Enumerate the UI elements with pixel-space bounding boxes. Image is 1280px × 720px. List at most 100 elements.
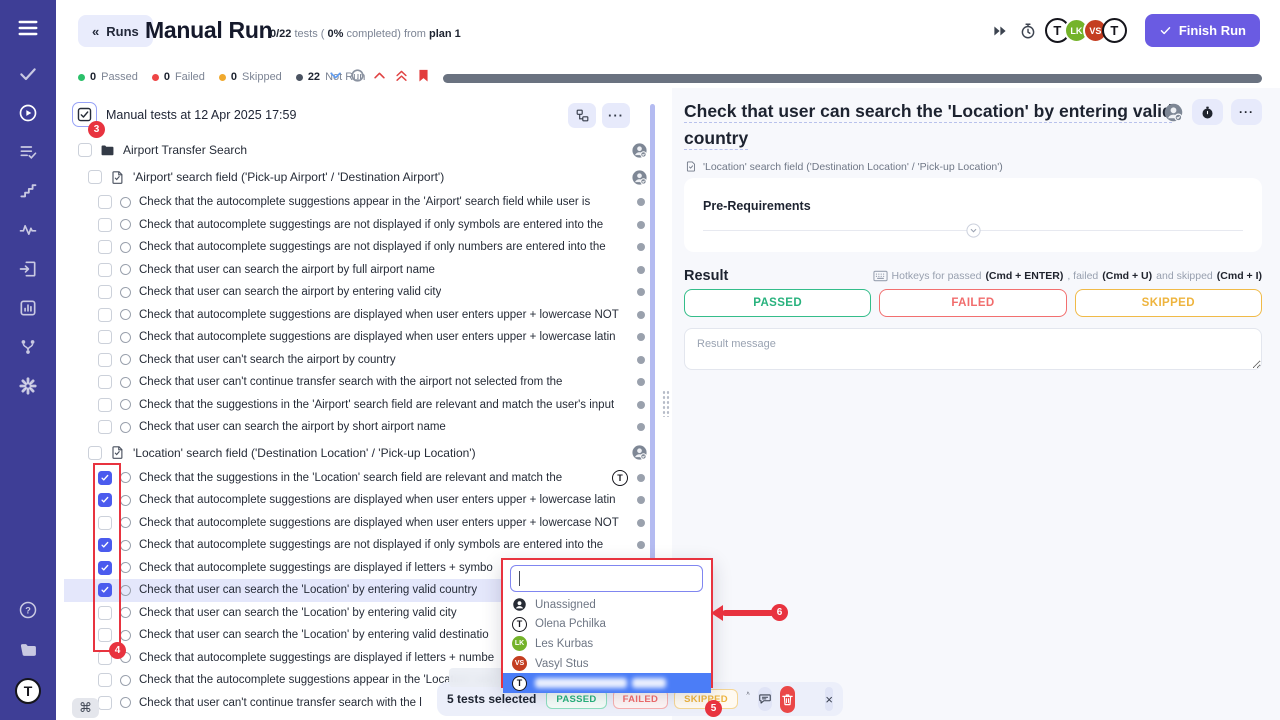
logo-avatar: T — [512, 676, 527, 691]
settings-icon[interactable] — [18, 376, 38, 396]
percent-complete: 0% — [328, 28, 344, 40]
import-icon[interactable] — [18, 259, 38, 279]
report-icon[interactable] — [18, 298, 38, 318]
row-checkbox[interactable] — [98, 696, 112, 710]
pulse-icon[interactable] — [18, 220, 38, 240]
tree-row-test[interactable]: Check that autocomplete suggestions are … — [64, 489, 656, 512]
tree-row-test[interactable]: Check that the suggestions in the 'Locat… — [64, 467, 656, 490]
page-title: Manual Run — [145, 17, 272, 44]
bulk-assign-icon[interactable] — [746, 691, 750, 708]
bulk-comment-button[interactable] — [758, 687, 772, 711]
row-checkbox[interactable] — [88, 446, 102, 460]
run-progress-bar — [443, 74, 1262, 83]
row-checkbox[interactable] — [98, 285, 112, 299]
back-to-runs-button[interactable]: « Runs — [78, 15, 153, 47]
folder-icon[interactable] — [18, 640, 38, 660]
row-checkbox[interactable] — [98, 673, 112, 687]
row-checkbox[interactable] — [98, 375, 112, 389]
test-more-button[interactable]: ··· — [1231, 99, 1262, 125]
check-icon[interactable] — [18, 64, 38, 84]
tree-view-toggle-button[interactable] — [568, 103, 596, 128]
tree-row-test[interactable]: Check that autocomplete suggestings are … — [64, 214, 656, 237]
assignee-icon[interactable] — [631, 142, 648, 159]
assignee-option-olena-pchilka[interactable]: TOlena Pchilka — [503, 615, 711, 635]
progress-text2: completed) from — [346, 28, 425, 40]
tree-row-label: Check that autocomplete suggestings are … — [139, 652, 494, 664]
tree-row-test[interactable]: Check that user can search the airport b… — [64, 259, 656, 282]
not-run-dot — [637, 288, 645, 296]
tree-row-test[interactable]: Check that the autocomplete suggestions … — [64, 191, 656, 214]
bookmark-icon[interactable] — [416, 68, 431, 83]
panel-resize-handle[interactable] — [662, 390, 670, 417]
chevron-down-icon[interactable] — [328, 68, 343, 83]
finish-run-button[interactable]: Finish Run — [1145, 14, 1260, 47]
status-circle-icon — [120, 472, 131, 483]
assignee-option-blurred[interactable]: T — [503, 673, 711, 693]
double-chevron-up-icon[interactable] — [394, 68, 409, 83]
annotation-badge-6: 6 — [771, 604, 788, 621]
tree-row-test[interactable]: Check that autocomplete suggestions are … — [64, 326, 656, 349]
not-run-dot — [637, 266, 645, 274]
assignee-icon[interactable] — [631, 169, 648, 186]
tree-more-button[interactable]: ··· — [602, 103, 630, 128]
row-checkbox[interactable] — [98, 330, 112, 344]
steps-icon[interactable] — [18, 181, 38, 201]
row-checkbox[interactable] — [78, 143, 92, 157]
tree-row-label: Check that user can search the airport b… — [139, 286, 441, 298]
assignee-option-les-kurbas[interactable]: LKLes Kurbas — [503, 634, 711, 654]
tree-row-test[interactable]: Check that user can't search the airport… — [64, 349, 656, 372]
logo-avatar: T — [512, 617, 527, 632]
menu-icon[interactable] — [17, 17, 39, 39]
tree-row-test[interactable]: Check that user can search the airport b… — [64, 281, 656, 304]
document-icon — [110, 170, 125, 185]
finish-run-label: Finish Run — [1179, 23, 1246, 38]
tree-row-test[interactable]: Check that autocomplete suggestings are … — [64, 236, 656, 259]
tree-row-doc[interactable]: 'Location' search field ('Destination Lo… — [64, 439, 656, 467]
avatar-T[interactable]: T — [1102, 18, 1127, 43]
row-checkbox[interactable] — [98, 398, 112, 412]
branch-icon[interactable] — [18, 337, 38, 357]
help-icon[interactable]: ? — [18, 600, 38, 620]
row-checkbox[interactable] — [98, 308, 112, 322]
run-play-icon[interactable] — [18, 103, 38, 123]
tests-fraction: 0/22 — [270, 28, 291, 40]
timer-button[interactable] — [1192, 99, 1223, 125]
row-checkbox[interactable] — [98, 263, 112, 277]
assignee-option-unassigned[interactable]: Unassigned — [503, 595, 711, 615]
user-avatar[interactable]: T — [15, 678, 41, 704]
fast-forward-icon[interactable] — [991, 22, 1009, 40]
assignee-icon[interactable] — [1163, 102, 1184, 123]
tree-row-test[interactable]: Check that autocomplete suggestings are … — [64, 534, 656, 557]
row-checkbox[interactable] — [88, 170, 102, 184]
tree-row-test[interactable]: Check that user can't continue transfer … — [64, 371, 656, 394]
row-checkbox[interactable] — [98, 195, 112, 209]
assignee-icon[interactable] — [631, 444, 648, 461]
row-checkbox[interactable] — [98, 218, 112, 232]
tree-row-folder[interactable]: Airport Transfer Search — [64, 137, 656, 163]
chevron-up-icon[interactable] — [372, 68, 387, 83]
tree-row-test[interactable]: Check that autocomplete suggestions are … — [64, 304, 656, 327]
row-checkbox[interactable] — [98, 420, 112, 434]
passed-button[interactable]: PASSED — [684, 289, 871, 317]
tree-row-test[interactable]: Check that the suggestions in the 'Airpo… — [64, 394, 656, 417]
bulk-close-button[interactable]: × — [825, 687, 833, 711]
tree-title: Manual tests at 12 Apr 2025 17:59 — [106, 108, 296, 122]
status-circle-icon — [120, 354, 131, 365]
tree-row-doc[interactable]: 'Airport' search field ('Pick-up Airport… — [64, 163, 656, 191]
row-checkbox[interactable] — [98, 353, 112, 367]
assignee-search-input[interactable] — [510, 565, 703, 592]
test-list-icon[interactable] — [18, 142, 38, 162]
tree-row-label: Check that user can search the airport b… — [139, 264, 435, 276]
plan-link[interactable]: plan 1 — [429, 28, 461, 40]
tree-row-test[interactable]: Check that user can search the airport b… — [64, 416, 656, 439]
expand-chevron-icon[interactable] — [966, 223, 981, 238]
row-checkbox[interactable] — [98, 240, 112, 254]
timer-icon[interactable] — [1019, 22, 1037, 40]
result-message-input[interactable] — [684, 328, 1262, 370]
assignee-option-vasyl-stus[interactable]: VSVasyl Stus — [503, 654, 711, 674]
skipped-button[interactable]: SKIPPED — [1075, 289, 1262, 317]
bulk-delete-button[interactable] — [780, 686, 795, 713]
circle-icon[interactable] — [350, 68, 365, 83]
tree-row-test[interactable]: Check that autocomplete suggestions are … — [64, 512, 656, 535]
failed-button[interactable]: FAILED — [879, 289, 1066, 317]
